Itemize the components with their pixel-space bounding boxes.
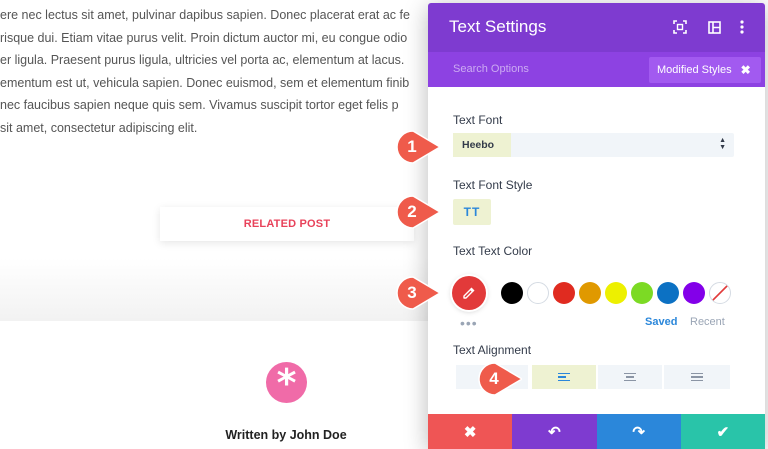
paragraph-line: ementum est ut, vehicula sapien. Donec e…	[0, 75, 410, 90]
redo-icon: ↷	[632, 423, 645, 441]
section-divider-band	[0, 258, 430, 321]
select-arrows-icon: ▲ ▼	[719, 137, 726, 151]
text-alignment-label: Text Alignment	[453, 343, 532, 357]
text-font-select[interactable]: Heebo ▲ ▼	[453, 133, 734, 157]
save-button[interactable]: ✔	[680, 414, 765, 449]
step-marker-1: 1	[396, 130, 440, 164]
paragraph-line: sit amet, consectetur adipiscing elit.	[0, 120, 198, 135]
swatch-green[interactable]	[631, 282, 653, 304]
cancel-button[interactable]: ✖	[428, 414, 513, 449]
related-post-label: RELATED POST	[243, 218, 331, 230]
author-byline: Written by John Doe	[225, 428, 347, 442]
swatch-red[interactable]	[553, 282, 575, 304]
step-number: 4	[489, 369, 499, 388]
related-post-button[interactable]: RELATED POST	[160, 207, 414, 241]
align-right-icon	[691, 371, 703, 384]
more-swatches-icon[interactable]: •••	[460, 315, 478, 331]
text-font-style-label: Text Font Style	[453, 178, 533, 192]
swatch-black[interactable]	[501, 282, 523, 304]
step-number: 3	[407, 283, 417, 302]
search-bar: Search Options Modified Styles ✖	[428, 52, 765, 87]
recent-colors-tab[interactable]: Recent	[690, 316, 725, 328]
sidebar-layout-icon[interactable]	[705, 18, 723, 36]
uppercase-toggle-button[interactable]: TT	[453, 199, 491, 225]
swatch-orange[interactable]	[579, 282, 601, 304]
panel-header[interactable]: Text Settings	[428, 3, 765, 52]
body-paragraph: ere nec lectus sit amet, pulvinar dapibu…	[0, 0, 430, 139]
modified-styles-filter[interactable]: Modified Styles ✖	[649, 57, 761, 83]
undo-button[interactable]: ↶	[512, 414, 597, 449]
filter-chip-label: Modified Styles	[657, 64, 732, 76]
panel-footer: ✖ ↶ ↷ ✔	[428, 414, 765, 449]
text-font-value: Heebo	[462, 139, 495, 151]
step-marker-4: 4	[478, 362, 522, 396]
step-number: 1	[407, 137, 417, 156]
step-marker-3: 3	[396, 276, 440, 310]
swatch-blue[interactable]	[657, 282, 679, 304]
swatch-yellow[interactable]	[605, 282, 627, 304]
screen: ere nec lectus sit amet, pulvinar dapibu…	[0, 0, 768, 449]
saved-colors-tab[interactable]: Saved	[645, 316, 677, 328]
paragraph-line: nec faucibus sapien neque quis sem. Viva…	[0, 98, 399, 112]
eyedropper-icon	[463, 287, 475, 299]
uppercase-toggle-label: TT	[463, 205, 481, 219]
undo-icon: ↶	[548, 423, 561, 441]
redo-button[interactable]: ↷	[596, 414, 681, 449]
swatch-purple[interactable]	[683, 282, 705, 304]
search-options-input[interactable]: Search Options	[453, 63, 529, 75]
paragraph-line: risque dui. Etiam vitae purus velit. Pro…	[0, 30, 408, 45]
align-right-button[interactable]	[664, 365, 730, 389]
paragraph-line: ere nec lectus sit amet, pulvinar dapibu…	[0, 8, 410, 22]
checkmark-icon: ✔	[716, 423, 730, 441]
text-font-label: Text Font	[453, 113, 503, 127]
expand-icon[interactable]	[671, 18, 689, 36]
color-picker-button[interactable]	[452, 276, 486, 310]
panel-title: Text Settings	[449, 17, 547, 36]
close-icon: ✖	[463, 423, 477, 441]
align-center-icon	[624, 371, 636, 384]
align-left-button[interactable]	[532, 365, 596, 389]
step-marker-2: 2	[396, 195, 440, 229]
asterisk-icon: *	[266, 362, 307, 403]
step-number: 2	[407, 202, 417, 221]
align-center-button[interactable]	[598, 365, 662, 389]
close-icon[interactable]: ✖	[741, 63, 751, 77]
more-vertical-icon[interactable]	[733, 18, 751, 36]
swatch-transparent[interactable]	[709, 282, 731, 304]
align-left-icon	[558, 371, 570, 384]
text-color-label: Text Text Color	[453, 244, 533, 258]
paragraph-line: er ligula. Praesent purus ligula, ultric…	[0, 53, 405, 67]
swatch-white[interactable]	[527, 282, 549, 304]
